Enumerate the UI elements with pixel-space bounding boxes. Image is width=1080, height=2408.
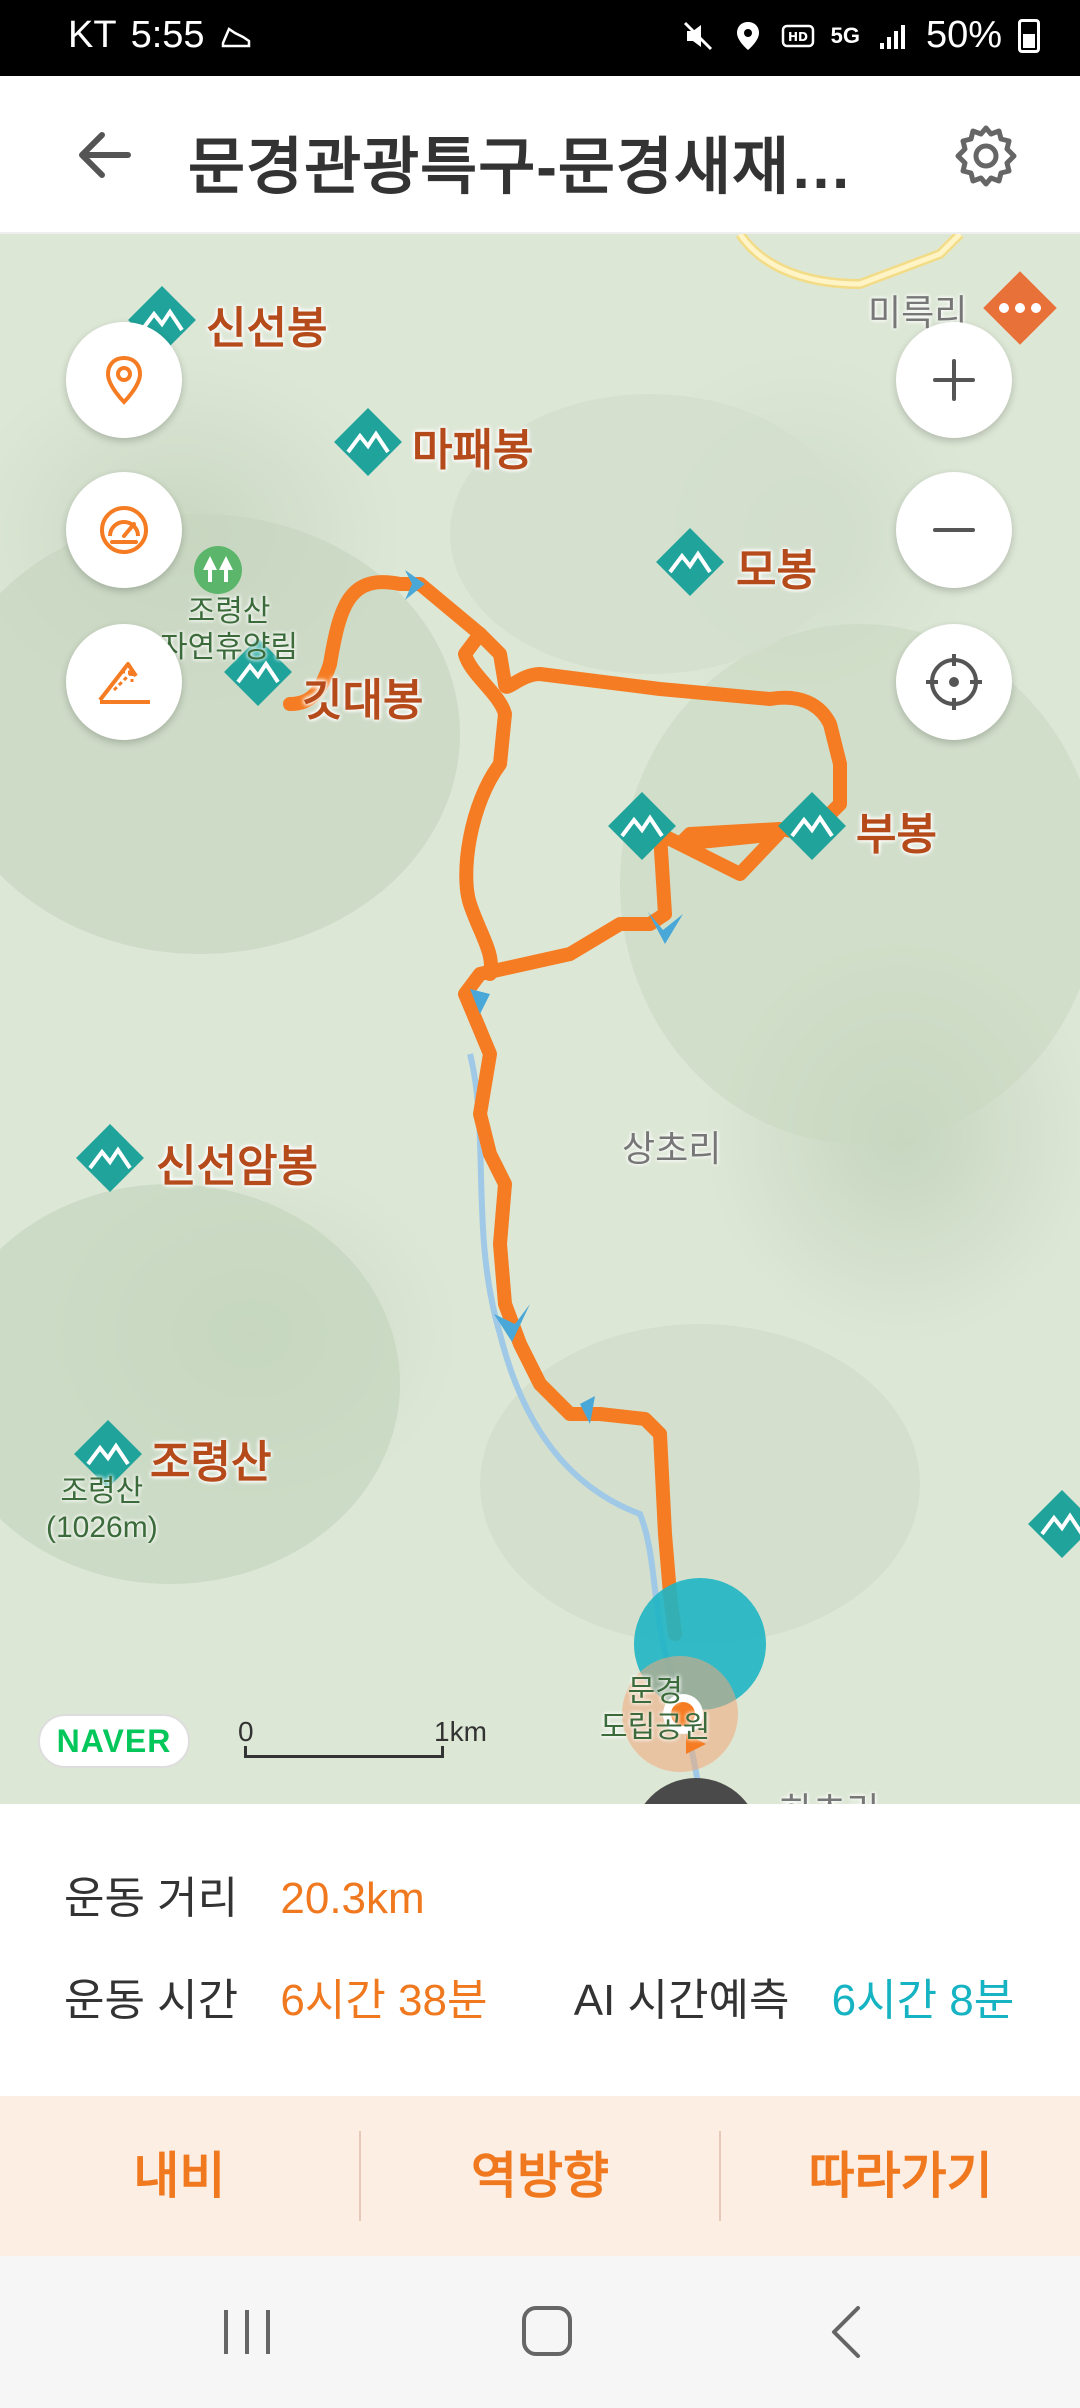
network-type: 5G [830, 22, 860, 48]
time-row: 운동 시간 6시간 38분 AI 시간예측 6시간 8분 [64, 1964, 1014, 2028]
elevation-button[interactable] [66, 624, 182, 740]
mute-icon [683, 21, 712, 50]
park-label: 문경 도립공원 [600, 1675, 711, 1744]
battery-icon [1018, 18, 1040, 53]
village-label: 하초리 [780, 1782, 879, 1804]
zoom-out-button[interactable] [896, 472, 1012, 588]
peak-marker-icon[interactable] [1024, 1486, 1080, 1562]
speedometer-button[interactable] [66, 472, 182, 588]
peak-label-gitdaebong: 깃대봉 [302, 676, 424, 725]
summit-label: 조령산 (1026m) [46, 1475, 158, 1544]
peak-label-joryeongsan: 조령산 [150, 1438, 272, 1487]
svg-text:HD: HD [788, 30, 808, 44]
navi-button[interactable]: 내비 [0, 2131, 359, 2221]
page-title: 문경관광특구-문경새재도... [188, 133, 888, 202]
forest-label: 조령산 자연휴양림 [160, 595, 298, 664]
ai-label: AI 시간예측 [573, 1976, 790, 2025]
map-scale: 0 1km [238, 1716, 487, 1762]
peak-marker-icon[interactable] [652, 524, 728, 600]
distance-label: 운동 거리 [64, 1874, 239, 1923]
minus-icon [933, 528, 975, 532]
peak-label-sinseonambong: 신선암봉 [156, 1142, 318, 1191]
home-icon[interactable] [512, 2300, 582, 2364]
peak-marker-icon[interactable] [774, 788, 850, 864]
location-pin-button[interactable] [66, 322, 182, 438]
ai-value: 6시간 8분 [831, 1976, 1015, 2025]
peak-marker-icon[interactable] [72, 1120, 148, 1196]
workout-info-panel: 운동 거리 20.3km 운동 시간 6시간 38분 AI 시간예측 6시간 8… [0, 1806, 1080, 2096]
location-icon [736, 21, 759, 50]
naver-logo: NAVER [38, 1714, 190, 1768]
clock: 5:55 [130, 14, 205, 56]
back-icon[interactable] [812, 2300, 882, 2364]
follow-button[interactable]: 따라가기 [721, 2131, 1080, 2221]
location-pin-icon [105, 355, 143, 405]
hd-icon: HD [781, 24, 814, 47]
village-label: 상초리 [622, 1128, 722, 1169]
peak-marker-icon[interactable] [330, 404, 406, 480]
status-bar: KT 5:55 HD 5G 50% [0, 0, 1080, 76]
battery-level: 50% [925, 14, 1002, 56]
distance-value: 20.3km [280, 1874, 425, 1923]
time-value: 6시간 38분 [280, 1976, 488, 2025]
peak-label-mobong: 모봉 [736, 546, 817, 595]
reverse-button[interactable]: 역방향 [361, 2131, 720, 2221]
peak-marker-icon[interactable] [604, 788, 680, 864]
plus-icon [933, 359, 975, 401]
peak-label-sinseonbong: 신선봉 [206, 304, 328, 353]
zoom-in-button[interactable] [896, 322, 1012, 438]
shoe-icon [221, 26, 250, 47]
back-arrow-icon[interactable] [70, 120, 140, 190]
time-label: 운동 시간 [64, 1976, 239, 2025]
action-bar: 내비 역방향 따라가기 [0, 2096, 1080, 2256]
crosshair-icon [926, 654, 982, 710]
speedometer-icon [100, 506, 148, 554]
system-nav-bar [0, 2256, 1080, 2408]
peak-label-mapaebong: 마패봉 [412, 426, 534, 475]
elevation-chart-icon [98, 662, 150, 704]
peak-label-bubong: 부봉 [856, 810, 937, 859]
my-location-button[interactable] [896, 624, 1012, 740]
distance-row: 운동 거리 20.3km [64, 1862, 425, 1926]
signal-icon [879, 24, 905, 49]
carrier: KT [68, 14, 117, 56]
recent-apps-icon[interactable] [212, 2300, 282, 2364]
map-view[interactable]: 신선봉 마패봉 모봉 깃대봉 부봉 신선암봉 조령산 상초리 미륵리 조령산 자… [0, 234, 1080, 1804]
app-header: 문경관광특구-문경새재도... [0, 76, 1080, 234]
map-canvas [0, 234, 1080, 1804]
gear-icon[interactable] [950, 120, 1022, 192]
